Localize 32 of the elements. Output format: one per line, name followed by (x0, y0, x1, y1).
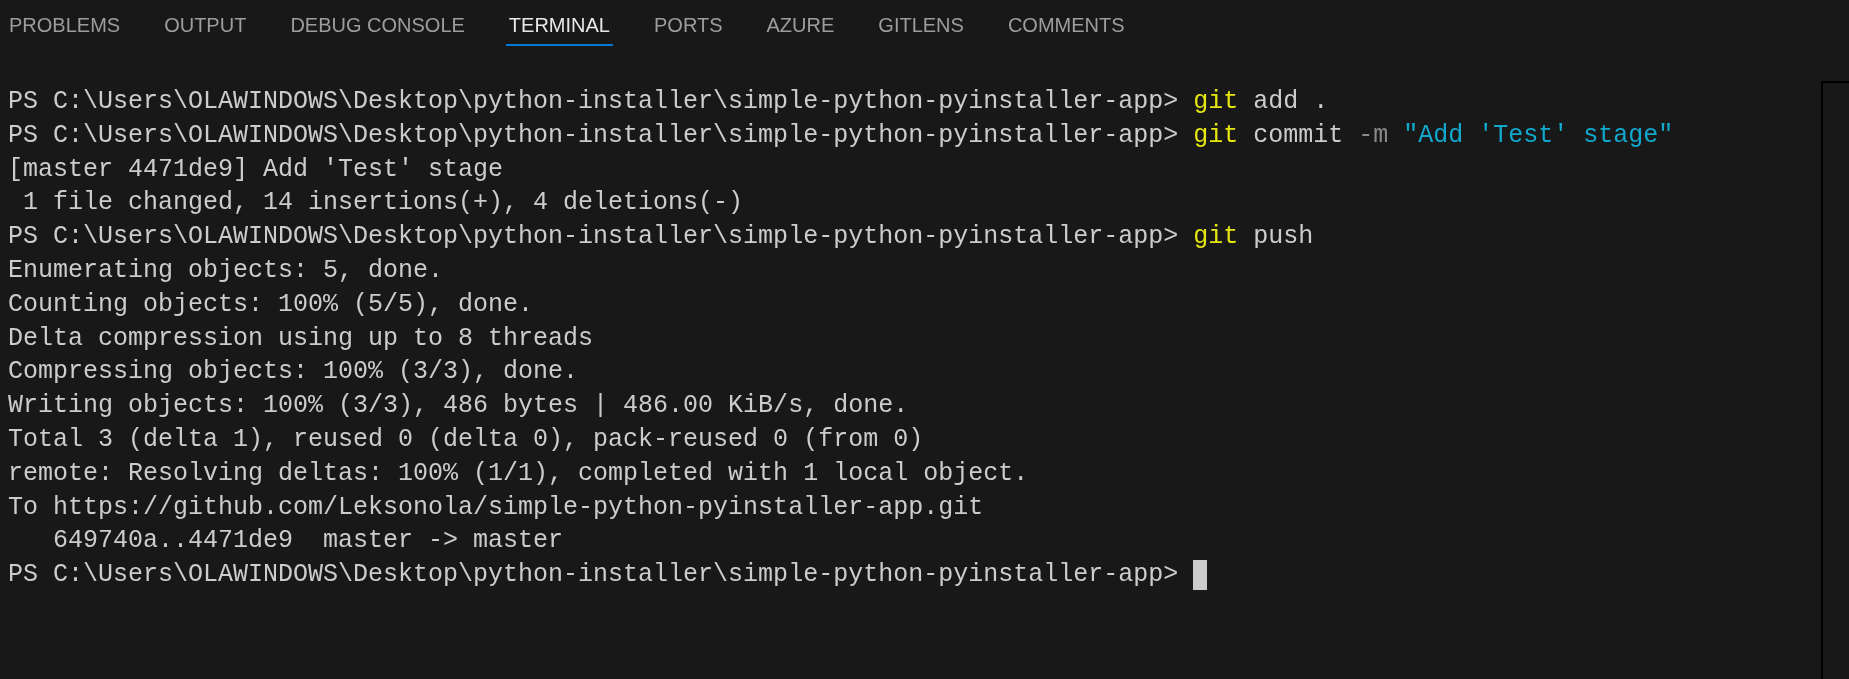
shell-prompt: PS C:\Users\OLAWINDOWS\Desktop\python-installer\simple-python-pyinstaller-app> (8, 221, 1180, 254)
command-name: git (1193, 221, 1239, 254)
shell-prompt: PS C:\Users\OLAWINDOWS\Desktop\python-installer\simple-python-pyinstaller-app> (8, 119, 1180, 152)
command-argument: commit (1252, 119, 1345, 152)
output-text: Compressing objects: 100% (3/3), done. (8, 356, 579, 389)
option-text: -m (1358, 119, 1389, 152)
panel-tab[interactable]: COMMENTS (1004, 11, 1128, 46)
panel-tab[interactable]: TERMINAL (505, 11, 613, 46)
panel-tab[interactable]: PORTS (651, 11, 726, 46)
panel-tab[interactable]: GITLENS (875, 11, 967, 46)
command-argument: add . (1252, 86, 1329, 118)
command-name: git (1193, 119, 1239, 152)
panel-tab[interactable]: DEBUG CONSOLE (287, 11, 468, 46)
command-argument: push (1252, 221, 1314, 254)
panel-tab[interactable]: PROBLEMS (6, 11, 124, 46)
output-text: Total 3 (delta 1), reused 0 (delta 0), pack-reused 0 (from 0) (8, 423, 924, 456)
output-text: remote: Resolving deltas: 100% (1/1), completed with 1 local object. (8, 457, 1029, 490)
output-text: Enumerating objects: 5, done. (8, 255, 444, 287)
output-text: Counting objects: 100% (5/5), done. (8, 288, 534, 321)
output-text: 1 file changed, 14 insertions(+), 4 deletions(-) (22, 187, 744, 220)
output-text: To https://github.com/Leksonola/simple-python-pyinstaller-app.git (8, 491, 984, 524)
shell-prompt: PS C:\Users\OLAWINDOWS\Desktop\python-installer\simple-python-pyinstaller-app> (8, 559, 1180, 592)
text-cursor (1193, 560, 1208, 591)
string-argument: "Add 'Test' stage" (1402, 119, 1674, 152)
output-text: Delta compression using up to 8 threads (8, 322, 594, 355)
panel-tab[interactable]: OUTPUT (161, 11, 250, 46)
output-text: [master 4471de9] Add 'Test' stage (8, 153, 504, 186)
command-name: git (1193, 86, 1239, 118)
panel-tab[interactable]: AZURE (763, 11, 838, 46)
output-text: 649740a..4471de9 master -> master (52, 525, 564, 558)
output-text: Writing objects: 100% (3/3), 486 bytes | 486.00 KiB/s, done. (8, 390, 909, 423)
shell-prompt: PS C:\Users\OLAWINDOWS\Desktop\python-installer\simple-python-pyinstaller-app> (8, 86, 1180, 118)
